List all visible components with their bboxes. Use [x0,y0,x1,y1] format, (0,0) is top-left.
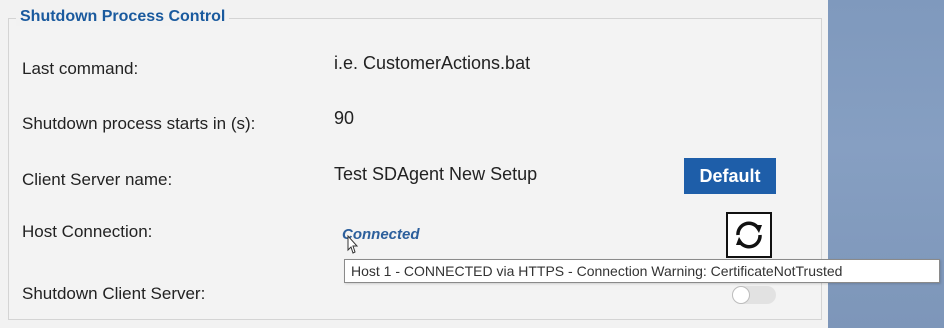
last-command-label: Last command: [22,59,139,78]
shutdown-client-server-label: Shutdown Client Server: [22,284,206,303]
shutdown-delay-label: Shutdown process starts in (s): [22,114,256,133]
shutdown-client-server-toggle[interactable] [732,286,776,304]
client-server-name-label: Client Server name: [22,170,173,189]
default-button[interactable]: Default [684,158,776,194]
last-command-value[interactable]: i.e. CustomerActions.bat [334,53,530,74]
client-server-name-value[interactable]: Test SDAgent New Setup [334,164,537,185]
connection-tooltip: Host 1 - CONNECTED via HTTPS - Connectio… [344,259,940,283]
refresh-icon [736,221,762,249]
toggle-knob [732,286,750,304]
host-connection-label: Host Connection: [22,222,153,241]
group-title: Shutdown Process Control [16,8,230,26]
mouse-cursor-icon [347,234,359,254]
refresh-button[interactable] [726,212,772,258]
shutdown-delay-value[interactable]: 90 [334,108,354,129]
